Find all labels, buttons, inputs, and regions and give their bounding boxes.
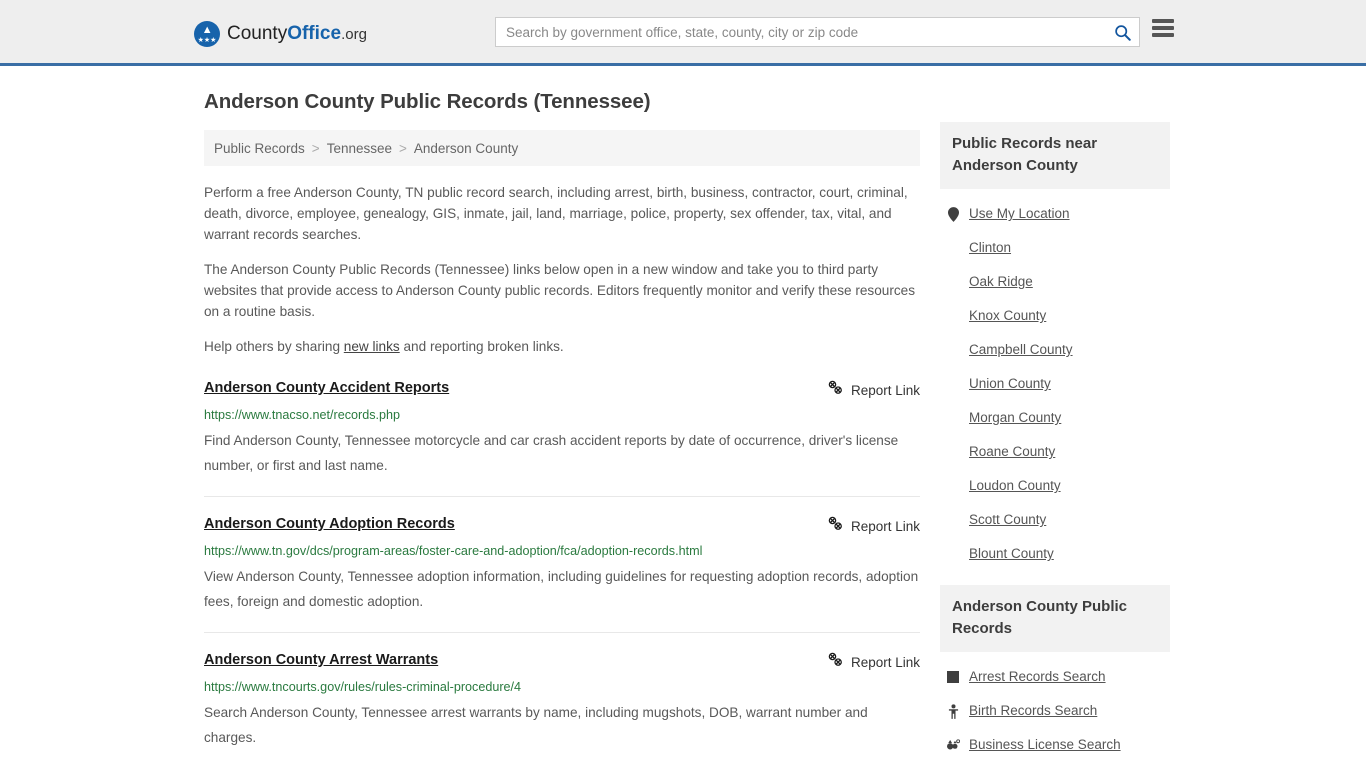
stars-glyph: ★★★	[197, 37, 217, 44]
sidebar: Public Records near Anderson County Use …	[940, 122, 1170, 768]
sidebar-panel: Public Records near Anderson County Use …	[940, 122, 1170, 571]
breadcrumb-separator-1: >	[311, 140, 320, 156]
sidebar-link-label: Oak Ridge	[969, 274, 1033, 289]
hamburger-bar-3	[1152, 33, 1174, 37]
record-description: Search Anderson County, Tennessee arrest…	[204, 705, 868, 745]
sidebar-link-birth-records-search[interactable]: Birth Records Search	[940, 694, 1170, 728]
record-url[interactable]: https://www.tncourts.gov/rules/rules-cri…	[204, 680, 920, 695]
intro-paragraph-1: Perform a free Anderson County, TN publi…	[204, 185, 908, 242]
report-link-button[interactable]: Report Link	[828, 380, 920, 400]
broken-link-icon	[828, 652, 843, 672]
eagle-glyph: ▲	[201, 24, 213, 36]
sidebar-link-label: Business License Search	[969, 737, 1121, 752]
record-item: Anderson County Accident Reports Report …	[204, 379, 920, 497]
breadcrumb-separator-2: >	[399, 140, 407, 156]
record-url[interactable]: https://www.tn.gov/dcs/program-areas/fos…	[204, 544, 920, 559]
help-text-before: Help others by sharing	[204, 339, 344, 354]
logo-text-org: .org	[341, 26, 367, 43]
logo-text-office: Office	[287, 23, 342, 44]
sidebar-link-loudon-county[interactable]: Loudon County	[940, 469, 1170, 503]
record-item: Anderson County Adoption Records Report …	[204, 515, 920, 633]
briefcase-icon	[946, 737, 960, 753]
sidebar-link-label: Roane County	[969, 444, 1056, 459]
sidebar-link-oak-ridge[interactable]: Oak Ridge	[940, 265, 1170, 299]
logo-text-county: County	[227, 23, 288, 44]
broken-link-icon	[828, 516, 843, 536]
sidebar-link-label: Arrest Records Search	[969, 669, 1106, 684]
sidebar-link-label: Use My Location	[969, 206, 1070, 221]
sidebar-panel-body: Arrest Records Search Birth Records Searc…	[940, 652, 1170, 762]
search-icon[interactable]	[1105, 18, 1139, 46]
sidebar-link-morgan-county[interactable]: Morgan County	[940, 401, 1170, 435]
record-title-link[interactable]: Anderson County Accident Reports	[204, 379, 449, 397]
record-description: View Anderson County, Tennessee adoption…	[204, 569, 919, 609]
sidebar-link-campbell-county[interactable]: Campbell County	[940, 333, 1170, 367]
sidebar-link-arrest-records-search[interactable]: Arrest Records Search	[940, 660, 1170, 694]
sidebar-link-label: Union County	[969, 376, 1051, 391]
sidebar-link-label: Loudon County	[969, 478, 1061, 493]
hamburger-bar-1	[1152, 19, 1174, 23]
report-link-button[interactable]: Report Link	[828, 652, 920, 672]
record-header: Anderson County Adoption Records Report …	[204, 515, 920, 536]
record-header: Anderson County Arrest Warrants Report L…	[204, 651, 920, 672]
help-text-after: and reporting broken links.	[399, 339, 564, 354]
site-header: ▲ ★★★ CountyOffice.org	[0, 0, 1366, 66]
intro-paragraph-2: The Anderson County Public Records (Tenn…	[204, 262, 916, 319]
broken-link-icon	[828, 380, 843, 400]
sidebar-panel-body: Use My Location Clinton Oak Ridge Knox Coun…	[940, 189, 1170, 571]
sidebar-panel-heading: Public Records near Anderson County	[940, 122, 1170, 189]
record-title-link[interactable]: Anderson County Arrest Warrants	[204, 651, 438, 669]
sidebar-link-label: Clinton	[969, 240, 1012, 255]
breadcrumb-item-tennessee[interactable]: Tennessee	[327, 141, 392, 156]
page-title: Anderson County Public Records (Tennesse…	[204, 90, 651, 113]
sidebar-link-clinton[interactable]: Clinton	[940, 231, 1170, 265]
record-header: Anderson County Accident Reports Report …	[204, 379, 920, 400]
sidebar-panel-heading: Anderson County Public Records	[940, 585, 1170, 652]
breadcrumb: Public Records > Tennessee > Anderson Co…	[204, 130, 920, 166]
sidebar-link-label: Knox County	[969, 308, 1047, 323]
record-title-link[interactable]: Anderson County Adoption Records	[204, 515, 455, 533]
sidebar-link-label: Campbell County	[969, 342, 1073, 357]
sidebar-link-label: Blount County	[969, 546, 1054, 561]
sidebar-link-label: Morgan County	[969, 410, 1062, 425]
search-bar[interactable]	[495, 17, 1140, 47]
record-description: Find Anderson County, Tennessee motorcyc…	[204, 433, 899, 473]
sidebar-link-label: Scott County	[969, 512, 1047, 527]
sidebar-link-label: Birth Records Search	[969, 703, 1098, 718]
handcuffs-icon	[946, 669, 960, 685]
site-logo[interactable]: ▲ ★★★ CountyOffice.org	[194, 20, 367, 48]
new-links-link[interactable]: new links	[344, 339, 400, 354]
sidebar-link-blount-county[interactable]: Blount County	[940, 537, 1170, 571]
record-item: Anderson County Arrest Warrants Report L…	[204, 651, 920, 768]
county-office-seal-icon: ▲ ★★★	[194, 21, 220, 47]
report-link-label: Report Link	[850, 518, 920, 534]
report-link-button[interactable]: Report Link	[828, 516, 920, 536]
sidebar-panel: Anderson County Public Records Arrest Re…	[940, 585, 1170, 762]
search-input[interactable]	[496, 18, 1105, 46]
sidebar-link-scott-county[interactable]: Scott County	[940, 503, 1170, 537]
main-content: Anderson County Public Records (Tennesse…	[204, 90, 920, 768]
logo-wordmark: CountyOffice.org	[227, 24, 367, 44]
breadcrumb-item-public-records[interactable]: Public Records	[214, 141, 305, 156]
report-link-label: Report Link	[850, 654, 920, 670]
report-link-label: Report Link	[850, 382, 920, 398]
sidebar-link-roane-county[interactable]: Roane County	[940, 435, 1170, 469]
records-list: Anderson County Accident Reports Report …	[204, 379, 920, 768]
help-others-line: Help others by sharing new links and rep…	[204, 336, 920, 357]
sidebar-link-knox-county[interactable]: Knox County	[940, 299, 1170, 333]
sidebar-link-business-license-search[interactable]: Business License Search	[940, 728, 1170, 762]
sidebar-link-union-county[interactable]: Union County	[940, 367, 1170, 401]
breadcrumb-item-anderson-county: Anderson County	[413, 140, 519, 156]
record-url[interactable]: https://www.tnacso.net/records.php	[204, 408, 920, 423]
baby-icon	[946, 703, 960, 719]
hamburger-bar-2	[1152, 26, 1174, 30]
sidebar-link-use-my-location[interactable]: Use My Location	[940, 197, 1170, 231]
hamburger-menu-icon[interactable]	[1152, 19, 1174, 37]
map-pin-icon	[946, 206, 960, 222]
